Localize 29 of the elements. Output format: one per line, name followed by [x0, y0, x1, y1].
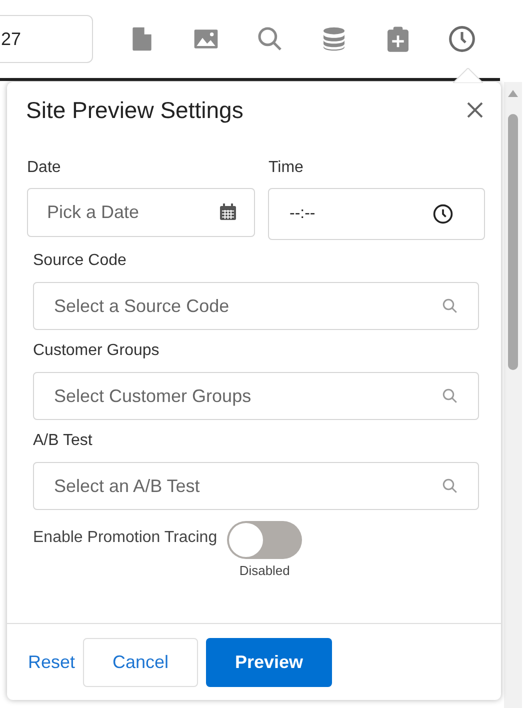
clock-icon [432, 203, 454, 225]
scroll-up-icon [508, 90, 518, 97]
scrollbar[interactable] [504, 82, 522, 708]
preview-button[interactable]: Preview [206, 638, 332, 686]
search-icon [441, 297, 459, 315]
close-icon [467, 102, 483, 118]
field-label: Time [268, 158, 304, 178]
text-field[interactable]: 27 [0, 15, 93, 63]
search-field[interactable]: Select an A/B Test [33, 462, 479, 510]
scrollbar-thumb[interactable] [508, 114, 518, 370]
search-icon [256, 25, 284, 53]
toggle-label: Enable Promotion Tracing [33, 528, 218, 548]
time-field[interactable]: --:-- [268, 188, 485, 240]
cancel-button[interactable]: Cancel [83, 638, 198, 686]
field-label: Customer Groups [33, 341, 160, 361]
clock-icon [448, 25, 476, 53]
search-icon [441, 387, 459, 405]
calendar-icon [219, 203, 238, 221]
search-icon [441, 477, 459, 495]
date-field[interactable]: Pick a Date [27, 188, 256, 237]
reset-link[interactable]: Reset [28, 648, 76, 676]
field-label: Date [27, 158, 62, 178]
search-field[interactable]: Select a Source Code [33, 282, 479, 330]
toggle-status: Disabled [239, 562, 290, 580]
field-label: Source Code [33, 251, 128, 271]
search-field[interactable]: Select Customer Groups [33, 372, 479, 420]
toggle-switch[interactable] [227, 521, 302, 559]
field-label: A/B Test [33, 431, 94, 451]
popover-title: Site Preview Settings [26, 96, 244, 125]
